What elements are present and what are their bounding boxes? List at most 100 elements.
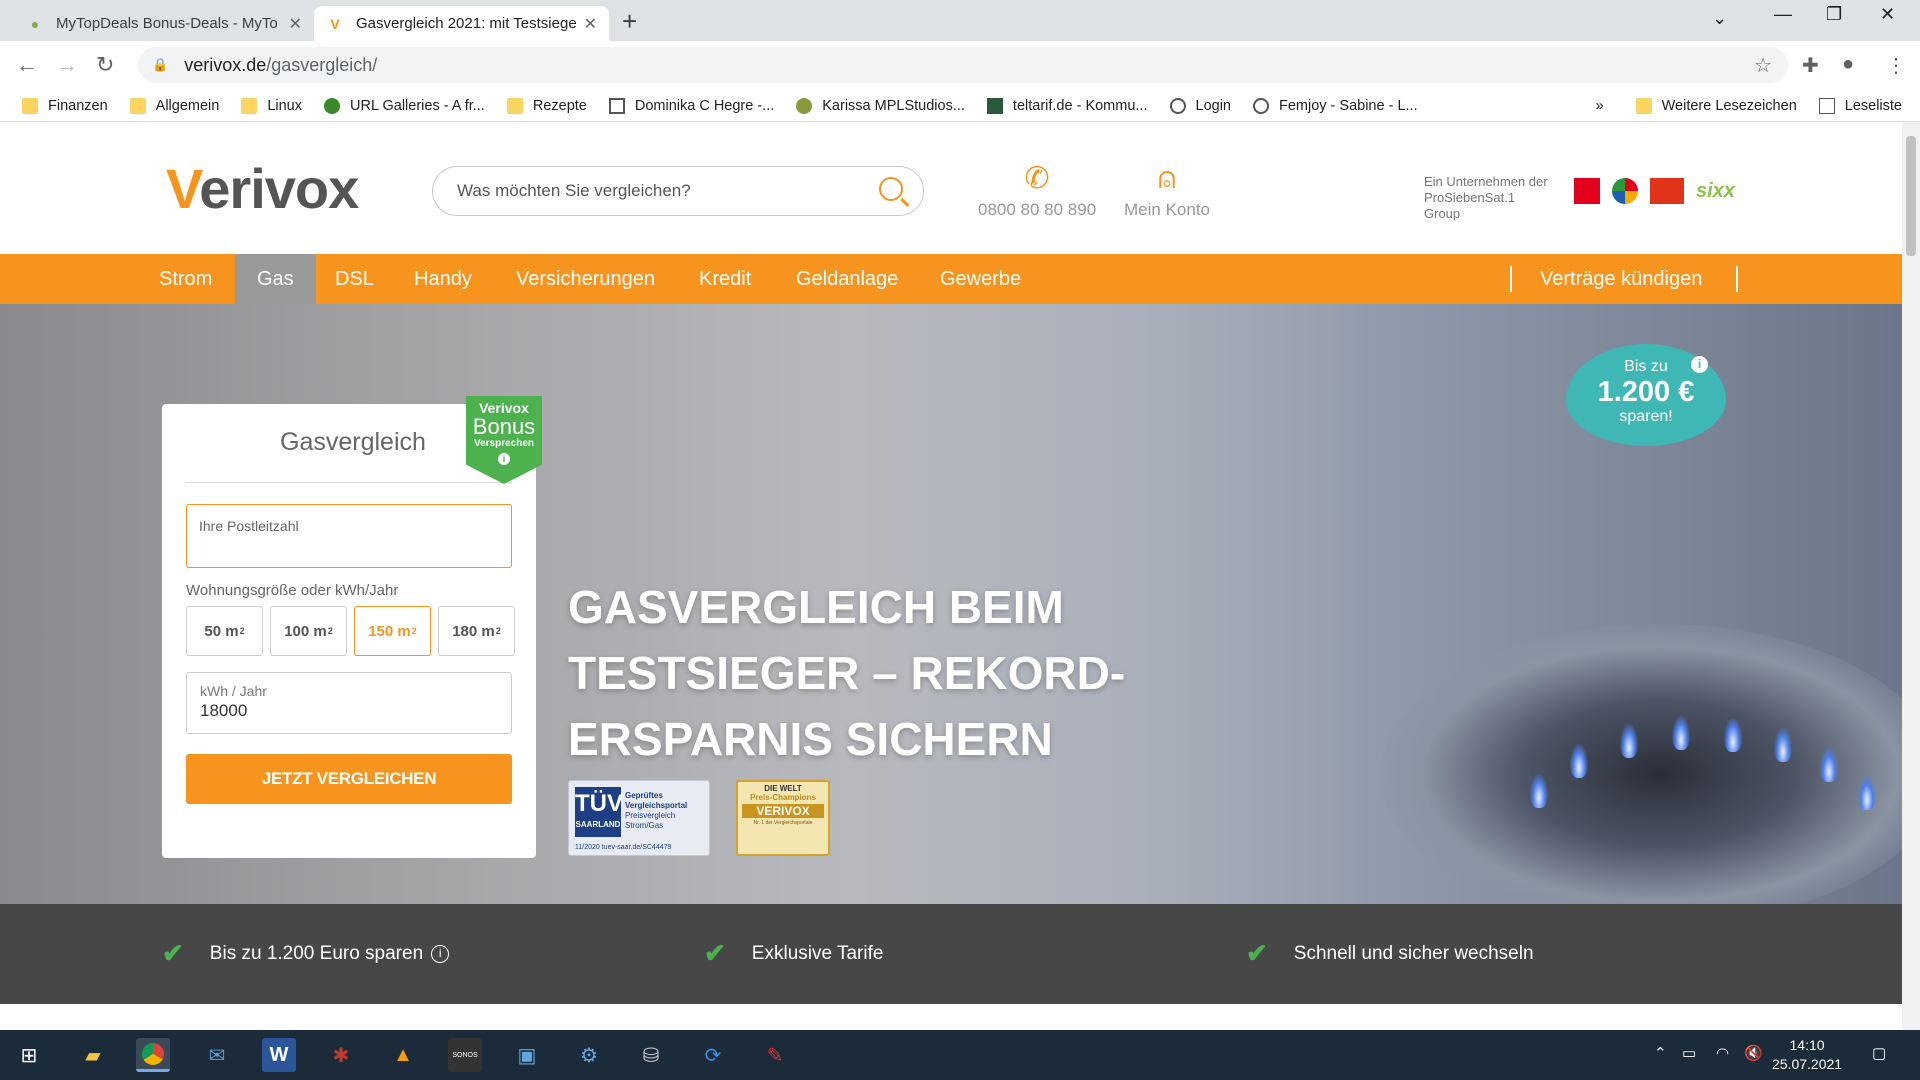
account-link[interactable]: ⍝ Mein Konto [1124,162,1210,220]
size-value: 50 m [204,622,239,640]
battery-icon[interactable]: ▭ [1682,1044,1696,1062]
back-button[interactable]: ← [16,52,38,78]
bookmark-femjoy[interactable]: Femjoy - Sabine - L... [1252,97,1418,114]
bookmark-label: Leseliste [1844,97,1902,114]
extensions-icon[interactable]: ✚ [1802,53,1819,78]
compare-button[interactable]: JETZT VERGLEICHEN [186,754,512,804]
tab-search-icon[interactable]: ⌄ [1712,8,1727,29]
search-input[interactable]: Was möchten Sie vergleichen? [432,166,924,216]
size-option-180[interactable]: 180 m2 [438,606,515,656]
minimize-button[interactable]: — [1774,4,1792,25]
squared-symbol: 2 [495,626,501,636]
checkmark-icon: ✔ [704,938,726,968]
size-option-100[interactable]: 100 m2 [270,606,347,656]
flame-icon [1620,724,1638,758]
windows-start-icon[interactable]: ⊞ [12,1038,46,1072]
scrollbar-thumb[interactable] [1906,136,1916,256]
bookmark-teltarif[interactable]: teltarif.de - Kommu... [986,97,1148,114]
chrome-icon[interactable] [136,1038,170,1072]
app-disk-icon[interactable]: ⛁ [634,1038,668,1072]
nav-vertraege-kuendigen[interactable]: Verträge kündigen [1518,254,1724,304]
bookmark-url-galleries[interactable]: URL Galleries - A fr... [324,97,485,114]
forward-button[interactable]: → [56,52,78,78]
restore-button[interactable]: ❐ [1826,4,1842,25]
nav-gas[interactable]: Gas [235,254,316,304]
size-value: 100 m [284,622,327,640]
tab-gasvergleich[interactable]: V Gasvergleich 2021: mit Testsieger ✕ [314,6,609,41]
tuv-text3: Preisvergleich Strom/Gas [625,811,676,830]
search-icon[interactable] [879,177,903,201]
notification-icon[interactable]: ▢ [1872,1044,1886,1062]
phone-icon: ✆ [1024,162,1050,195]
nav-handy[interactable]: Handy [392,254,494,304]
nav-divider [1510,266,1512,292]
new-tab-button[interactable]: + [622,6,637,37]
nav-versicherungen[interactable]: Versicherungen [494,254,677,304]
reload-button[interactable]: ↻ [96,52,114,78]
profile-avatar-icon[interactable]: ● [1842,53,1854,76]
file-explorer-icon[interactable]: ▰ [76,1038,110,1072]
nav-strom[interactable]: Strom [137,254,234,304]
tuv-seal[interactable]: TÜV SAARLAND Geprüftes Vergleichsportal Pre… [568,780,710,856]
bookmark-label: URL Galleries - A fr... [350,97,485,114]
reading-list-button[interactable]: Leseliste [1818,97,1902,114]
app-window-icon[interactable]: ▣ [510,1038,544,1072]
tray-chevron-icon[interactable]: ⌃ [1654,1044,1667,1062]
bonus-badge[interactable]: Verivox Bonus Versprechen i [466,396,542,484]
bookmark-karissa[interactable]: Karissa MPLStudios... [796,97,965,114]
form-title: Gasvergleich [280,428,426,456]
close-window-button[interactable]: ✕ [1880,4,1895,25]
site-icon [324,97,340,114]
close-tab-icon[interactable]: ✕ [289,14,302,34]
size-option-150[interactable]: 150 m2 [354,606,431,656]
kwh-value: 18000 [200,701,248,720]
word-icon[interactable]: W [262,1038,296,1072]
checkmark-icon: ✔ [162,938,184,968]
info-icon[interactable]: i [1691,356,1708,373]
bookmark-finanzen[interactable]: Finanzen [22,97,108,114]
system-clock[interactable]: 14:10 25.07.2021 [1772,1036,1842,1074]
size-label: Wohnungsgröße oder kWh/Jahr [186,582,399,599]
bookmark-label: Allgemein [155,97,220,114]
nav-kredit[interactable]: Kredit [677,254,773,304]
sixx-logo-icon: sixx [1696,179,1735,202]
verivox-logo[interactable]: Verivox [166,156,359,221]
volume-muted-icon[interactable]: 🔇 [1744,1044,1763,1062]
nav-gewerbe[interactable]: Gewerbe [918,254,1043,304]
hotline[interactable]: ✆ 0800 80 80 890 [978,162,1096,220]
info-icon[interactable]: i [431,944,450,963]
hero-banner: Bis zu 1.200 € sparen! i Gasvergleich Ve… [0,304,1902,904]
bookmark-rezepte[interactable]: Rezepte [506,97,587,114]
piggy-bank-icon: ● [30,15,40,32]
zip-code-input[interactable]: Ihre Postleitzahl [186,504,512,568]
bookmark-allgemein[interactable]: Allgemein [129,97,220,114]
welt-award-seal[interactable]: DIE WELT Preis-Champions VERIVOX Nr. 1 d… [736,780,830,856]
sync-icon[interactable]: ⟳ [696,1038,730,1072]
close-tab-icon[interactable]: ✕ [584,14,597,34]
bookmarks-overflow-button[interactable]: » [1596,98,1604,114]
logo-text: erivox [199,157,359,220]
welt-sub: Preis-Champions [750,793,816,802]
bookmark-linux[interactable]: Linux [241,97,302,114]
page-scrollbar[interactable] [1902,122,1920,1030]
vlc-icon[interactable]: ▲ [386,1038,420,1072]
wifi-icon[interactable]: ◠ [1716,1044,1729,1062]
info-icon[interactable]: i [498,453,510,465]
thunderbird-icon[interactable]: ✉ [200,1038,234,1072]
bookmark-login[interactable]: Login [1169,97,1231,114]
menu-icon[interactable]: ⋮ [1886,53,1906,78]
tab-mytopdeals[interactable]: ● MyTopDeals Bonus-Deals - MyTo ✕ [14,6,314,41]
bookmark-star-icon[interactable]: ☆ [1754,53,1772,78]
bookmark-dominika[interactable]: Dominika C Hegre -... [608,97,774,114]
nav-geldanlage[interactable]: Geldanlage [774,254,920,304]
app-red-icon[interactable]: ✱ [324,1038,358,1072]
address-bar[interactable]: 🔒 verivox.de/gasvergleich/ ☆ [138,47,1788,83]
nav-dsl[interactable]: DSL [313,254,396,304]
bookmark-other[interactable]: Weitere Lesezeichen [1635,97,1797,114]
size-option-50[interactable]: 50 m2 [186,606,263,656]
size-value: 150 m [368,622,411,640]
settings-gear-icon[interactable]: ⚙ [572,1038,606,1072]
kwh-input[interactable]: kWh / Jahr 18000 [186,672,512,734]
sonos-icon[interactable]: SONOS [448,1038,482,1072]
pdf-icon[interactable]: ✎ [758,1038,792,1072]
